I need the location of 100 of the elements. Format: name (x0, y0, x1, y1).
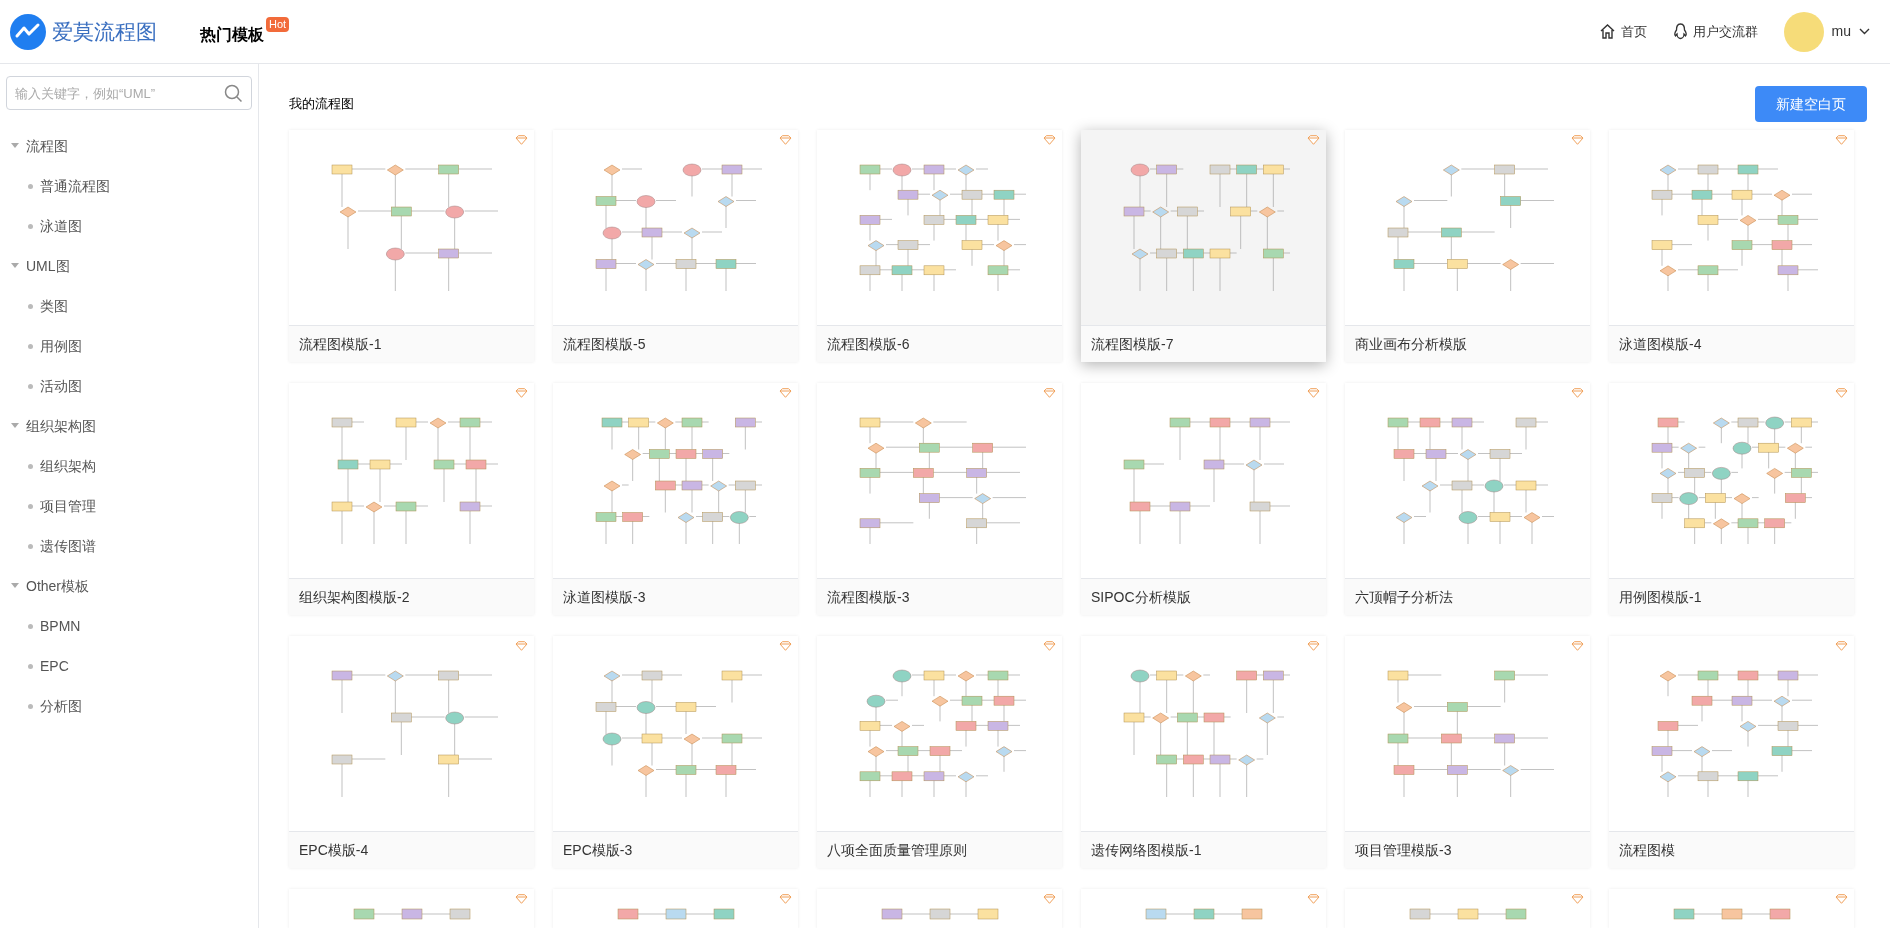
diamond-icon (1835, 388, 1848, 398)
diamond-icon (1307, 894, 1320, 904)
template-card[interactable]: 流程图模版-6 (817, 130, 1062, 362)
subcategory-item[interactable]: 用例图 (40, 335, 82, 357)
subcategory-item[interactable]: 项目管理 (40, 495, 96, 517)
template-card[interactable]: 商业画布分析模版 (1345, 130, 1590, 362)
search-field[interactable]: 输入关键字，例如“UML” (6, 76, 252, 110)
search-icon[interactable] (224, 84, 243, 103)
card-title: 组织架构图模版-2 (289, 579, 534, 615)
bullet-icon (28, 383, 33, 389)
card-title: 八项全面质量管理原则 (817, 832, 1062, 868)
nav-link[interactable]: 用户交流群 (1692, 21, 1758, 42)
subcategory-item[interactable]: 泳道图 (40, 215, 82, 237)
template-card[interactable] (1081, 889, 1326, 928)
diamond-icon (1835, 135, 1848, 145)
diamond-icon (1835, 641, 1848, 651)
diamond-icon (779, 894, 792, 904)
card-title: 流程图模版-5 (553, 326, 798, 362)
subcategory-item[interactable]: EPC (40, 655, 69, 677)
subcategory-item[interactable]: BPMN (40, 615, 81, 637)
bullet-icon (28, 663, 33, 669)
template-card[interactable]: 用例图模版-1 (1609, 383, 1854, 615)
subcategory-item[interactable]: 类图 (40, 295, 68, 317)
template-card[interactable]: 八项全面质量管理原则 (817, 636, 1062, 868)
subcategory-item[interactable]: 普通流程图 (40, 175, 110, 197)
subcategory-item[interactable]: 分析图 (40, 695, 82, 717)
template-card[interactable]: EPC模版-3 (553, 636, 798, 868)
nav-link[interactable]: 首页 (1620, 21, 1647, 42)
card-title: SIPOC分析模版 (1081, 579, 1326, 615)
subcategory-item[interactable]: 活动图 (40, 375, 82, 397)
diamond-icon (515, 388, 528, 398)
home-icon (1598, 23, 1616, 40)
template-card[interactable]: 流程图模版-5 (553, 130, 798, 362)
template-card[interactable]: 流程图模 (1609, 636, 1854, 868)
diamond-icon (1571, 894, 1584, 904)
card-title: 遗传网络图模版-1 (1081, 832, 1326, 868)
bullet-icon (28, 343, 33, 349)
card-title: 项目管理模版-3 (1345, 832, 1590, 868)
diamond-icon (515, 894, 528, 904)
chevron-down-icon[interactable] (1859, 28, 1870, 35)
logo-text[interactable]: 爱莫流程图 (52, 15, 157, 48)
template-card[interactable] (1609, 889, 1854, 928)
user-name[interactable]: mu (1831, 21, 1851, 42)
logo-icon (10, 13, 46, 50)
card-title: 流程图模版-3 (817, 579, 1062, 615)
template-card[interactable]: 遗传网络图模版-1 (1081, 636, 1326, 868)
diamond-icon (1043, 641, 1056, 651)
caret-icon[interactable] (11, 423, 19, 429)
template-card[interactable] (1345, 889, 1590, 928)
category-item[interactable]: UML图 (26, 255, 70, 277)
caret-icon[interactable] (11, 263, 19, 269)
template-card[interactable] (553, 889, 798, 928)
diamond-icon (1043, 135, 1056, 145)
bullet-icon (28, 183, 33, 189)
diamond-icon (779, 388, 792, 398)
template-card[interactable]: 泳道图模版-4 (1609, 130, 1854, 362)
card-title: 泳道图模版-3 (553, 579, 798, 615)
nav-tab[interactable]: 热门模板 (200, 22, 264, 47)
card-title: 流程图模版-1 (289, 326, 534, 362)
template-card[interactable]: SIPOC分析模版 (1081, 383, 1326, 615)
card-title: 流程图模版-7 (1081, 326, 1326, 362)
bullet-icon (28, 543, 33, 549)
caret-icon[interactable] (11, 583, 19, 589)
bullet-icon (28, 463, 33, 469)
diamond-icon (1835, 894, 1848, 904)
diamond-icon (1043, 894, 1056, 904)
template-card[interactable] (817, 889, 1062, 928)
card-title: 用例图模版-1 (1609, 579, 1854, 615)
caret-icon[interactable] (11, 143, 19, 149)
category-item[interactable]: 组织架构图 (26, 415, 96, 437)
diamond-icon (1307, 641, 1320, 651)
bullet-icon (28, 503, 33, 509)
card-title: 商业画布分析模版 (1345, 326, 1590, 362)
card-title: 流程图模版-6 (817, 326, 1062, 362)
template-card[interactable]: 项目管理模版-3 (1345, 636, 1590, 868)
diamond-icon (1571, 135, 1584, 145)
template-card[interactable]: 流程图模版-7 (1081, 130, 1326, 362)
section-title: 我的流程图 (289, 95, 354, 114)
diamond-icon (515, 135, 528, 145)
hot-badge: Hot (266, 16, 290, 32)
card-title: 六顶帽子分析法 (1345, 579, 1590, 615)
penguin-icon (1672, 23, 1688, 40)
card-title: EPC模版-4 (289, 832, 534, 868)
bullet-icon (28, 703, 33, 709)
template-card[interactable]: 组织架构图模版-2 (289, 383, 534, 615)
template-card[interactable]: 六顶帽子分析法 (1345, 383, 1590, 615)
template-card[interactable]: 流程图模版-1 (289, 130, 534, 362)
diamond-icon (779, 135, 792, 145)
subcategory-item[interactable]: 组织架构 (40, 455, 96, 477)
category-item[interactable]: Other模板 (26, 575, 89, 597)
avatar[interactable] (1783, 11, 1824, 52)
subcategory-item[interactable]: 遗传图谱 (40, 535, 96, 557)
diamond-icon (1571, 388, 1584, 398)
template-card[interactable]: EPC模版-4 (289, 636, 534, 868)
diamond-icon (779, 641, 792, 651)
card-title: 泳道图模版-4 (1609, 326, 1854, 362)
template-card[interactable]: 泳道图模版-3 (553, 383, 798, 615)
category-item[interactable]: 流程图 (26, 135, 68, 157)
template-card[interactable]: 流程图模版-3 (817, 383, 1062, 615)
template-card[interactable] (289, 889, 534, 928)
